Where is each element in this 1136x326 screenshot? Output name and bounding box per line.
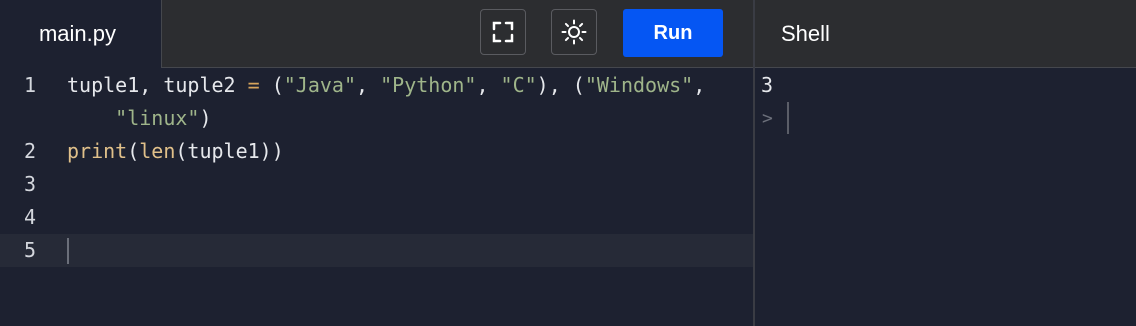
code-line[interactable]: 4: [0, 201, 753, 234]
code-token: ): [199, 106, 212, 130]
code-text: print(len(tuple1)): [67, 135, 284, 168]
code-line[interactable]: 5: [0, 234, 753, 267]
toolbar-divider: [161, 0, 162, 68]
theme-toggle-button[interactable]: [551, 9, 597, 55]
code-line[interactable]: 3: [0, 168, 753, 201]
shell-prompt: >: [762, 108, 773, 129]
file-tab-label: main.py: [38, 21, 117, 46]
shell-output: 3: [761, 73, 774, 97]
code-token: =: [247, 73, 260, 97]
run-button[interactable]: Run: [623, 9, 723, 57]
code-token: ,: [693, 73, 706, 97]
code-token: print: [67, 139, 128, 163]
code-token: ,: [356, 73, 381, 97]
code-text: tuple1, tuple2 = ("Java", "Python", "C")…: [67, 69, 705, 102]
fullscreen-button[interactable]: [480, 9, 526, 55]
shell-panel[interactable]: 3 >: [755, 68, 1136, 326]
line-number: 1: [24, 73, 37, 97]
line-number: 4: [24, 205, 37, 229]
code-token: tuple1, tuple2: [67, 73, 248, 97]
fullscreen-icon: [492, 21, 514, 43]
code-editor[interactable]: 1 tuple1, tuple2 = ("Java", "Python", "C"…: [0, 68, 753, 326]
code-line[interactable]: "linux"): [0, 102, 753, 135]
code-token: (: [259, 73, 284, 97]
code-line[interactable]: 2 print(len(tuple1)): [0, 135, 753, 168]
shell-cursor: [787, 102, 789, 134]
code-token: len: [139, 139, 176, 163]
line-number: 2: [24, 139, 37, 163]
code-token: "C": [500, 73, 537, 97]
code-token: "Java": [283, 73, 357, 97]
code-token: ,: [476, 73, 501, 97]
line-number: 3: [24, 172, 37, 196]
shell-title: Shell: [781, 21, 830, 46]
code-text: "linux"): [67, 102, 212, 135]
code-token: (: [127, 139, 140, 163]
code-token: (tuple1)): [175, 139, 284, 163]
line-number: 5: [24, 238, 37, 262]
code-token: ), (: [536, 73, 585, 97]
code-line[interactable]: 1 tuple1, tuple2 = ("Java", "Python", "C"…: [0, 69, 753, 102]
code-token: "Python": [380, 73, 477, 97]
text-cursor: [67, 238, 69, 264]
file-tab[interactable]: main.py: [0, 0, 161, 68]
sun-icon: [561, 19, 587, 45]
top-bar: main.py Run Shell: [0, 0, 1136, 68]
code-token: "Windows": [584, 73, 694, 97]
code-token: "linux": [115, 106, 200, 130]
